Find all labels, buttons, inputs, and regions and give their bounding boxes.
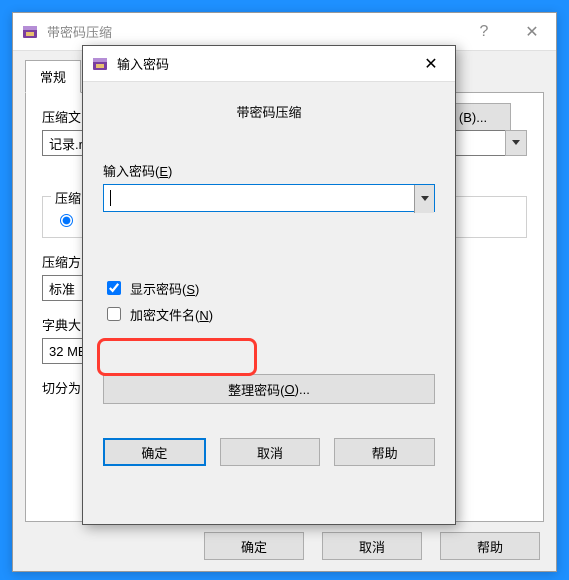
password-dialog: 输入密码 ✕ 带密码压缩 输入密码(E) 显示密码(S) 加密文件名(N) [82, 45, 456, 525]
outer-cancel-button[interactable]: 取消 [322, 532, 422, 560]
chevron-down-icon [421, 196, 429, 202]
inner-help-button[interactable]: 帮助 [334, 438, 435, 466]
encrypt-filenames-checkbox-row[interactable]: 加密文件名(N) [103, 304, 435, 324]
outer-title: 带密码压缩 [47, 22, 460, 41]
inner-cancel-button[interactable]: 取消 [220, 438, 321, 466]
inner-ok-button[interactable]: 确定 [103, 438, 206, 466]
password-label: 输入密码(E) [103, 161, 435, 180]
organize-passwords-button[interactable]: 整理密码(O)... [103, 374, 435, 404]
outer-ok-button[interactable]: 确定 [204, 532, 304, 560]
chevron-down-icon [512, 140, 520, 146]
tab-general[interactable]: 常规 [25, 60, 81, 93]
show-password-checkbox-row[interactable]: 显示密码(S) [103, 278, 435, 298]
format-rar-radio-input[interactable] [60, 214, 73, 227]
winrar-icon [21, 23, 39, 41]
inner-close-button[interactable]: ✕ [407, 46, 455, 82]
encrypt-filenames-label: 加密文件名(N) [130, 305, 213, 324]
inner-button-row: 确定 取消 帮助 [83, 438, 455, 466]
password-dropdown-button[interactable] [414, 185, 434, 213]
inner-titlebar: 输入密码 ✕ [83, 46, 455, 82]
show-password-label: 显示密码(S) [130, 279, 199, 298]
filename-dropdown-button[interactable] [505, 130, 527, 156]
password-input[interactable] [103, 184, 435, 212]
inner-body: 带密码压缩 输入密码(E) 显示密码(S) 加密文件名(N) 整理密码(O)..… [83, 82, 455, 418]
help-button[interactable]: ? [460, 13, 508, 51]
winrar-icon [91, 55, 109, 73]
encrypt-filenames-checkbox[interactable] [107, 307, 121, 321]
outer-help-button[interactable]: 帮助 [440, 532, 540, 560]
format-group-legend: 压缩 [51, 188, 85, 207]
show-password-checkbox[interactable] [107, 281, 121, 295]
text-cursor [110, 190, 111, 206]
close-button[interactable]: ✕ [508, 13, 556, 51]
inner-title: 输入密码 [117, 54, 407, 73]
inner-subtitle: 带密码压缩 [103, 102, 435, 121]
